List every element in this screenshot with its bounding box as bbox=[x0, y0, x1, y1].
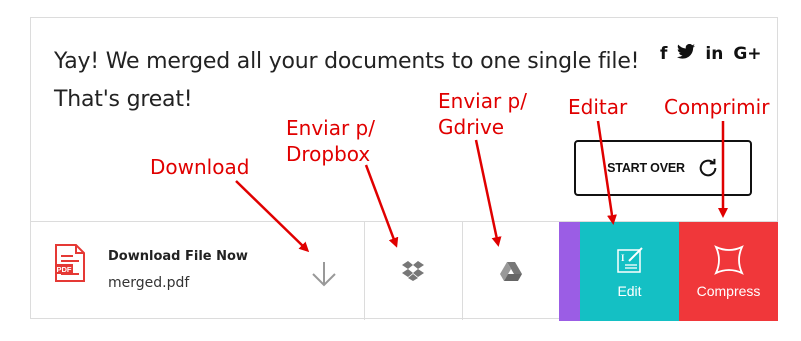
pdf-file-icon: PDF bbox=[55, 244, 85, 282]
accent-bar bbox=[559, 222, 580, 321]
linkedin-icon[interactable]: in bbox=[705, 44, 723, 64]
dropbox-icon bbox=[402, 261, 424, 281]
edit-label: Edit bbox=[617, 282, 642, 299]
annotation-gdrive: Enviar p/ Gdrive bbox=[438, 88, 527, 140]
annotation-compress: Comprimir bbox=[664, 95, 770, 119]
annotation-dropbox: Enviar p/ Dropbox bbox=[286, 115, 375, 167]
google-drive-icon bbox=[499, 261, 522, 281]
dropbox-cell[interactable] bbox=[364, 222, 463, 320]
compress-button[interactable]: Compress bbox=[679, 222, 778, 321]
social-share-bar: f in G+ bbox=[660, 43, 762, 64]
annotation-dropbox-line1: Enviar p/ bbox=[286, 116, 375, 140]
annotation-edit: Editar bbox=[568, 95, 628, 119]
download-arrow-icon[interactable] bbox=[310, 260, 338, 288]
google-drive-cell[interactable] bbox=[462, 222, 559, 320]
compress-icon bbox=[713, 244, 744, 275]
success-message: Yay! We merged all your documents to one… bbox=[54, 43, 640, 119]
pdf-badge: PDF bbox=[57, 265, 72, 274]
action-row: PDF Download File Now merged.pdf I Edit bbox=[30, 221, 778, 321]
annotation-gdrive-line2: Gdrive bbox=[438, 115, 505, 139]
edit-icon: I bbox=[616, 246, 643, 273]
refresh-icon bbox=[699, 158, 717, 177]
svg-text:I: I bbox=[621, 253, 625, 263]
download-cell[interactable]: PDF Download File Now merged.pdf bbox=[30, 222, 365, 320]
google-plus-icon[interactable]: G+ bbox=[733, 44, 761, 64]
start-over-label: START OVER bbox=[607, 161, 685, 175]
annotation-download: Download bbox=[150, 155, 250, 179]
facebook-icon[interactable]: f bbox=[660, 44, 667, 64]
edit-button[interactable]: I Edit bbox=[580, 222, 679, 321]
twitter-icon[interactable] bbox=[677, 43, 696, 64]
download-filename: merged.pdf bbox=[108, 275, 190, 291]
success-message-line2: That's great! bbox=[54, 87, 193, 112]
success-message-line1: Yay! We merged all your documents to one… bbox=[54, 49, 640, 74]
compress-label: Compress bbox=[696, 282, 761, 299]
start-over-button[interactable]: START OVER bbox=[574, 140, 752, 196]
annotation-gdrive-line1: Enviar p/ bbox=[438, 89, 527, 113]
annotation-dropbox-line2: Dropbox bbox=[286, 142, 371, 166]
download-title: Download File Now bbox=[108, 249, 248, 264]
